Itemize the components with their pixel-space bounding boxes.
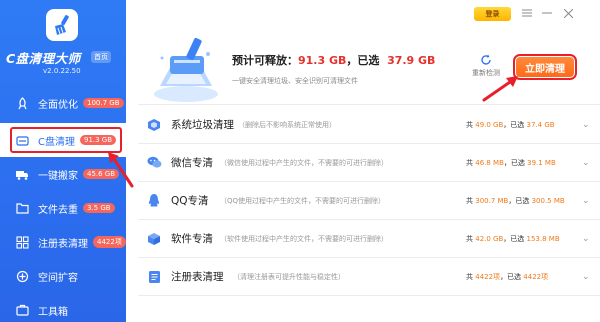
sidebar-item-label: 注册表清理 (38, 238, 88, 250)
total-prefix: 共 (466, 120, 473, 129)
row-size: 共 4422项，已选 4422项 (466, 272, 548, 282)
annotation-arrow-right (482, 76, 518, 102)
selected-prefix: ，已选 (503, 158, 525, 167)
row-desc: （微信使用过程中产生的文件，不需要的可进行删除） (220, 158, 388, 167)
broom-logo-icon (55, 15, 69, 35)
toolbox-icon (15, 303, 29, 317)
list-item-system-junk[interactable]: 系统垃圾清理 （删除后不影响系统正常使用） 共 49.0 GB，已选 37.4 … (138, 106, 600, 144)
selected-prefix: ，已选 (503, 234, 525, 243)
sidebar-item-dedupe[interactable]: 文件去重 3.5 GB (0, 191, 126, 225)
sidebar-item-label: 一键搬家 (38, 170, 78, 182)
sidebar-item-badge: 100.7 GB (83, 98, 124, 108)
grid-icon (15, 235, 29, 249)
row-title: 软件专清 (171, 233, 213, 245)
total-prefix: 共 (466, 196, 473, 205)
row-title: QQ专清 (171, 195, 209, 207)
hero-illustration (150, 34, 222, 104)
summary-subline: 一键安全清理垃圾、安全识别可清理文件 (232, 77, 358, 85)
row-size: 共 49.0 GB，已选 37.4 GB (466, 120, 555, 130)
chevron-down-icon[interactable]: ⌄ (582, 158, 590, 168)
selected-size: 37.9 GB (387, 54, 436, 67)
app-version: v2.0.22.50 (43, 67, 81, 75)
summary-mid: ，已选 (346, 54, 380, 67)
home-badge[interactable]: 首页 (91, 51, 111, 63)
list-item-qq[interactable]: QQ专清 （QQ使用过程中产生的文件，不需要的可进行删除） 共 300.7 MB… (138, 182, 600, 220)
summary-text: 预计可释放：91.3 GB，已选 37.9 GB (232, 52, 435, 68)
selected-value: 4422项 (523, 272, 549, 281)
row-desc: （清理注册表可提升性能与稳定性） (233, 272, 345, 281)
system-icon (146, 117, 162, 133)
row-size: 共 42.0 GB，已选 153.8 MB (466, 234, 560, 244)
rocket-icon (15, 96, 29, 110)
row-desc: （删除后不影响系统正常使用） (238, 120, 336, 129)
row-title: 系统垃圾清理 (171, 119, 234, 131)
list-item-wechat[interactable]: 微信专清 （微信使用过程中产生的文件，不需要的可进行删除） 共 46.8 MB，… (138, 144, 600, 182)
total-value: 46.8 MB (475, 158, 504, 167)
total-prefix: 共 (466, 158, 473, 167)
qq-icon (146, 193, 162, 209)
selected-prefix: ，已选 (503, 120, 525, 129)
software-icon (146, 231, 162, 247)
chevron-down-icon[interactable]: ⌄ (582, 196, 590, 206)
close-icon[interactable] (561, 6, 575, 20)
total-value: 4422项 (475, 272, 501, 281)
selected-value: 37.4 GB (526, 120, 555, 129)
header-divider (138, 104, 600, 105)
row-desc: （软件使用过程中产生的文件，不需要的可进行删除） (220, 234, 388, 243)
wechat-icon (146, 155, 162, 171)
chevron-down-icon[interactable]: ⌄ (582, 234, 590, 244)
truck-icon (15, 167, 29, 181)
row-title: 微信专清 (171, 157, 213, 169)
selected-value: 39.1 MB (527, 158, 556, 167)
selected-prefix: ，已选 (508, 196, 530, 205)
sidebar-item-expand[interactable]: 空间扩容 (0, 259, 126, 293)
app-title: C盘清理大师 (6, 51, 81, 66)
total-releasable: 91.3 GB (298, 54, 347, 67)
total-prefix: 共 (466, 272, 473, 281)
registry-icon (146, 269, 162, 285)
list-item-registry[interactable]: 注册表清理 （清理注册表可提升性能与稳定性） 共 4422项，已选 4422项 … (138, 258, 600, 296)
annotation-arrow-left (108, 152, 134, 188)
total-value: 300.7 MB (475, 196, 509, 205)
sidebar-item-registry[interactable]: 注册表清理 4422项 (0, 225, 126, 259)
sidebar-item-toolbox[interactable]: 工具箱 (0, 293, 126, 322)
sidebar-item-label: 全面优化 (38, 99, 78, 111)
total-prefix: 共 (466, 234, 473, 243)
clean-now-button[interactable]: 立即清理 (513, 54, 577, 80)
app-logo (46, 9, 78, 41)
menu-icon[interactable] (520, 6, 534, 20)
sidebar-item-label: 文件去重 (38, 204, 78, 216)
selected-value: 300.5 MB (531, 196, 565, 205)
row-title: 注册表清理 (171, 271, 224, 283)
row-size: 共 46.8 MB，已选 39.1 MB (466, 158, 556, 168)
login-button[interactable]: 登录 (474, 7, 511, 21)
expand-icon (15, 269, 29, 283)
app-window: C盘清理大师 首页 v2.0.22.50 全面优化 100.7 GB C盘清理 … (0, 0, 600, 322)
minimize-icon[interactable] (540, 6, 554, 20)
sidebar-item-badge: 3.5 GB (83, 203, 115, 213)
total-value: 42.0 GB (475, 234, 504, 243)
sidebar-item-full-optimize[interactable]: 全面优化 100.7 GB (0, 86, 126, 120)
chevron-down-icon[interactable]: ⌄ (582, 120, 590, 130)
total-value: 49.0 GB (475, 120, 504, 129)
folder-icon (15, 201, 29, 215)
row-desc: （QQ使用过程中产生的文件，不需要的可进行删除） (220, 196, 386, 205)
sidebar-item-label: 工具箱 (38, 306, 68, 318)
chevron-down-icon[interactable]: ⌄ (582, 272, 590, 282)
list-item-software[interactable]: 软件专清 （软件使用过程中产生的文件，不需要的可进行删除） 共 42.0 GB，… (138, 220, 600, 258)
sidebar-item-label: 空间扩容 (38, 272, 78, 284)
row-size: 共 300.7 MB，已选 300.5 MB (466, 196, 565, 206)
selected-value: 153.8 MB (526, 234, 560, 243)
refresh-icon (481, 54, 491, 65)
selected-prefix: ，已选 (500, 272, 522, 281)
summary-prefix: 预计可释放： (232, 54, 298, 67)
sidebar-item-badge: 4422项 (93, 236, 126, 248)
